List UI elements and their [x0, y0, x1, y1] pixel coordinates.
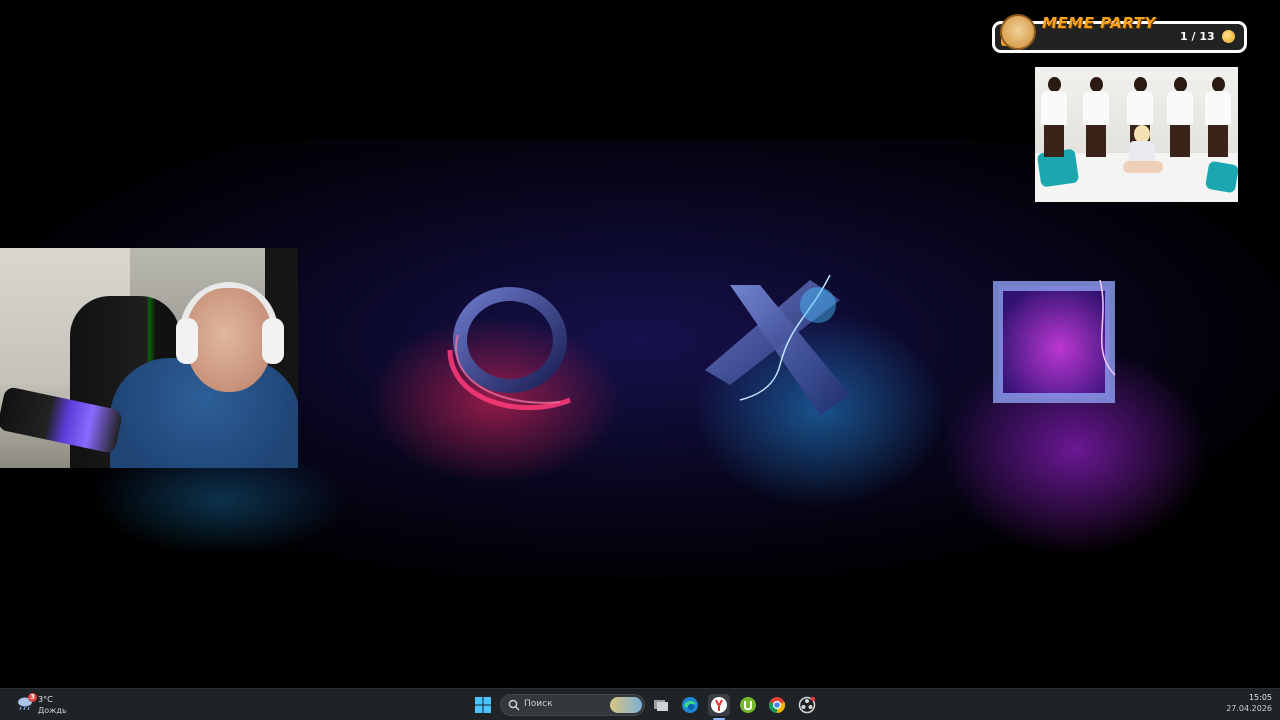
headphone-right-cup [262, 318, 284, 364]
meme-figure [1205, 77, 1231, 157]
clock-date: 27.04.2026 [1226, 704, 1272, 713]
system-clock[interactable]: 15:05 27.04.2026 [1226, 693, 1272, 713]
taskbar: 3 3°C Дождь Поиск 15:05 27.04.2026 [0, 688, 1280, 720]
doge-icon [1000, 14, 1036, 50]
streamer-head [186, 288, 272, 392]
torrent-app-button[interactable] [737, 694, 759, 716]
meme-image [1035, 67, 1238, 202]
wallpaper-cross-symbol [705, 275, 850, 415]
meme-party-title: MEME PARTY [1042, 14, 1156, 32]
wallpaper-circle-symbol [447, 287, 571, 411]
yandex-icon [711, 697, 727, 713]
edge-app-button[interactable] [679, 694, 701, 716]
start-button[interactable] [472, 694, 494, 716]
meme-figure [1167, 77, 1193, 157]
meme-figure [1083, 77, 1109, 157]
obs-app-button[interactable] [796, 694, 818, 716]
weather-temperature: 3°C [38, 695, 53, 704]
obs-icon [798, 696, 816, 714]
chrome-app-button[interactable] [766, 694, 788, 716]
meme-figure [1041, 77, 1067, 157]
search-placeholder: Поиск [524, 699, 553, 709]
webcam-overlay [0, 248, 298, 468]
task-view-icon [654, 700, 668, 711]
search-highlight-art [610, 697, 642, 713]
weather-description: Дождь [38, 706, 67, 715]
torrent-icon [740, 697, 756, 713]
windows-icon [475, 697, 491, 713]
search-icon [508, 699, 520, 711]
meme-center-figure [1123, 125, 1163, 175]
wallpaper-square-symbol [993, 280, 1116, 403]
weather-alert-badge: 3 [28, 693, 37, 702]
edge-icon [682, 697, 698, 713]
chrome-icon [768, 697, 786, 714]
weather-widget[interactable]: 3 3°C Дождь [14, 692, 134, 718]
desktop-screen: MEME PARTY 1 / 13 3 3°C Дождь Поиск 15:0… [0, 0, 1280, 720]
meme-party-count: 1 / 13 [1180, 30, 1215, 43]
yandex-browser-app-button[interactable] [708, 694, 730, 716]
meme-pillow-right [1204, 160, 1238, 194]
headphone-left-cup [176, 318, 198, 364]
clock-time: 15:05 [1248, 693, 1272, 702]
taskbar-search-box[interactable]: Поиск [500, 694, 645, 716]
task-view-button[interactable] [650, 694, 672, 716]
coin-icon [1222, 30, 1235, 43]
